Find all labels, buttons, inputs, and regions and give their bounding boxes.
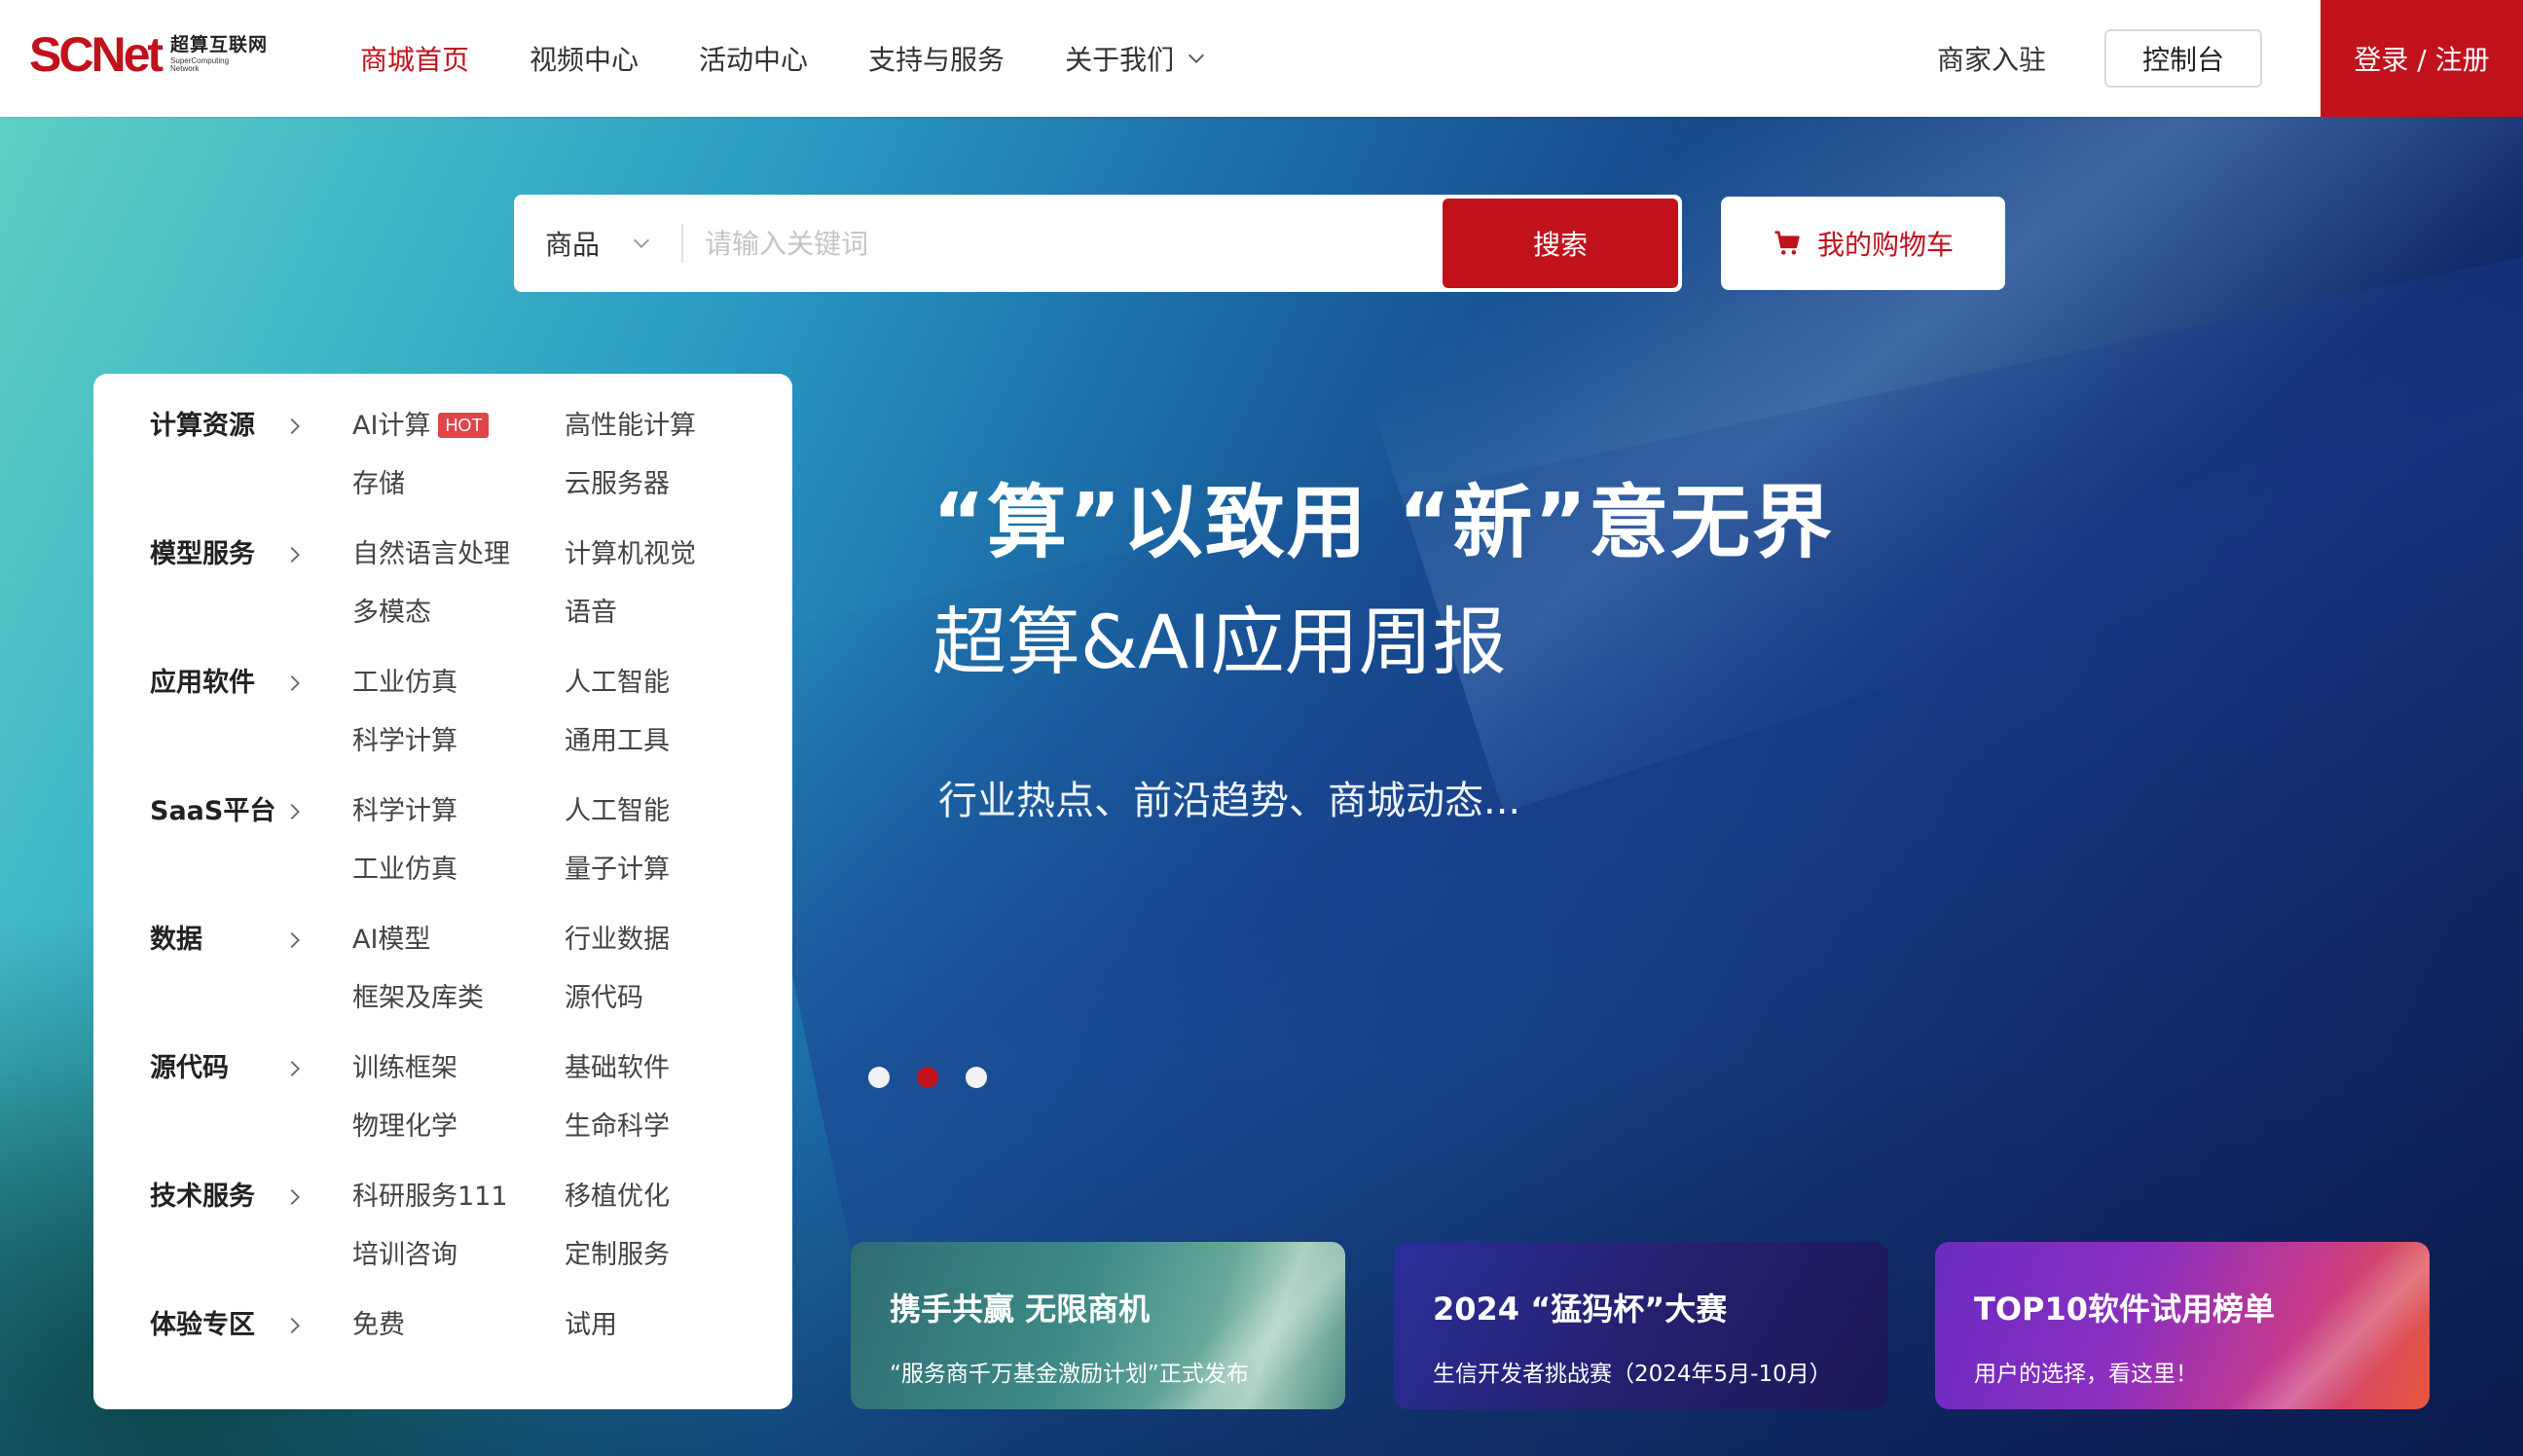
category-link[interactable]: 免费 [352,1306,405,1345]
search-input[interactable] [683,195,1443,292]
search-button[interactable]: 搜索 [1443,199,1678,288]
chevron-right-icon[interactable] [284,544,306,565]
search-type-value: 商品 [545,229,601,261]
category-link[interactable]: 高性能计算 [565,407,696,446]
category-group-models: 模型服务 自然语言处理 计算机视觉 多模态 语音 [93,535,792,664]
login-register-button[interactable]: 登录 / 注册 [2321,0,2523,117]
category-link[interactable]: 量子计算 [565,851,670,890]
promo-card-top10[interactable]: TOP10软件试用榜单 用户的选择，看这里！ [1935,1242,2430,1409]
category-link[interactable]: 人工智能 [565,792,670,831]
nav-item-support[interactable]: 支持与服务 [868,39,1005,78]
hero-subtitle: 行业热点、前沿趋势、商城动态... [938,779,1521,823]
category-link[interactable]: 科研服务111 [352,1178,508,1217]
category-group-source-code: 源代码 训练框架 基础软件 物理化学 生命科学 [93,1049,792,1178]
category-link[interactable]: 行业数据 [565,921,670,960]
logo-text: 超算互联网 SuperComputing Network [170,36,268,73]
promo-decoration [2196,1242,2430,1409]
nav-item-about[interactable]: 关于我们 [1065,39,1207,78]
category-title[interactable]: 模型服务 [150,535,255,574]
chevron-right-icon[interactable] [284,1186,306,1208]
category-link[interactable]: 源代码 [565,979,643,1018]
promo-card-contest[interactable]: 2024 “猛犸杯”大赛 生信开发者挑战赛（2024年5月-10月） [1394,1242,1888,1409]
category-link[interactable]: 存储 [352,465,405,504]
category-link[interactable]: 框架及库类 [352,979,484,1018]
category-group-compute: 计算资源 AI计算 HOT 高性能计算 存储 云服务器 [93,407,792,535]
category-link[interactable]: 科学计算 [352,722,457,761]
category-link[interactable]: AI模型 [352,921,430,960]
chevron-right-icon[interactable] [284,673,306,694]
nav-item-home[interactable]: 商城首页 [360,39,469,78]
category-link[interactable]: 计算机视觉 [565,535,696,574]
chevron-right-icon[interactable] [284,1058,306,1079]
category-link-label: AI计算 [352,411,431,441]
category-link[interactable]: 定制服务 [565,1236,670,1275]
category-group-trial: 体验专区 免费 试用 [93,1306,792,1435]
category-group-software: 应用软件 工业仿真 人工智能 科学计算 通用工具 [93,664,792,792]
category-group-data: 数据 AI模型 行业数据 框架及库类 源代码 [93,921,792,1049]
chevron-right-icon[interactable] [284,801,306,822]
category-link[interactable]: 工业仿真 [352,851,457,890]
logo-mark: SCNet [29,27,164,82]
category-title[interactable]: SaaS平台 [150,792,275,831]
category-title[interactable]: 计算资源 [150,407,255,446]
nav-item-about-label: 关于我们 [1065,44,1175,76]
category-link[interactable]: 自然语言处理 [352,535,510,574]
category-link[interactable]: 云服务器 [565,465,670,504]
nav-item-events[interactable]: 活动中心 [699,39,808,78]
category-link[interactable]: 语音 [565,594,617,633]
promo-decoration [1112,1242,1345,1409]
promo-card-partner[interactable]: 携手共赢 无限商机 “服务商千万基金激励计划”正式发布 [851,1242,1345,1409]
logo-cn-text: 超算互联网 [170,34,269,55]
cart-icon [1774,231,1800,255]
top-header: SCNet 超算互联网 SuperComputing Network 商城首页 … [0,0,2523,117]
category-link[interactable]: 培训咨询 [352,1236,457,1275]
search-type-select[interactable]: 商品 [514,195,681,292]
hero-title-line2: 超算&AI应用周报 [932,599,1507,685]
logo-en-text-2: Network [170,64,200,73]
cart-label: 我的购物车 [1816,229,1954,261]
cart-button[interactable]: 我的购物车 [1721,197,2005,290]
promo-subtitle: 生信开发者挑战赛（2024年5月-10月） [1433,1362,1832,1387]
category-group-tech-services: 技术服务 科研服务111 移植优化 培训咨询 定制服务 [93,1178,792,1306]
chevron-down-icon [1188,54,1205,63]
scnet-logo[interactable]: SCNet 超算互联网 SuperComputing Network [29,25,268,84]
hot-badge: HOT [438,413,490,438]
category-link[interactable]: 工业仿真 [352,664,457,703]
category-link[interactable]: 基础软件 [565,1049,670,1088]
category-title[interactable]: 技术服务 [150,1178,255,1217]
carousel-dot[interactable] [868,1067,890,1088]
promo-title: 2024 “猛犸杯”大赛 [1433,1291,1728,1328]
chevron-right-icon[interactable] [284,1315,306,1336]
chevron-right-icon[interactable] [284,929,306,951]
category-link[interactable]: 物理化学 [352,1108,457,1147]
chevron-right-icon[interactable] [284,416,306,437]
category-title[interactable]: 源代码 [150,1049,229,1088]
chevron-down-icon [634,238,649,248]
carousel-dot-active[interactable] [917,1067,938,1088]
category-link[interactable]: 训练框架 [352,1049,457,1088]
category-link[interactable]: 科学计算 [352,792,457,831]
nav-item-video[interactable]: 视频中心 [530,39,639,78]
category-link[interactable]: 人工智能 [565,664,670,703]
category-link[interactable]: 通用工具 [565,722,670,761]
category-title[interactable]: 数据 [150,921,202,960]
category-group-saas: SaaS平台 科学计算 人工智能 工业仿真 量子计算 [93,792,792,921]
category-link[interactable]: 移植优化 [565,1178,670,1217]
carousel-dots [868,1067,1014,1088]
main-nav: 商城首页 视频中心 活动中心 支持与服务 关于我们 [360,0,1267,117]
hero-title-line1: “算”以致用 “新”意无界 [932,477,1835,569]
category-link[interactable]: AI计算 HOT [352,407,490,446]
category-panel: 计算资源 AI计算 HOT 高性能计算 存储 云服务器 模型服务 自然语言处理 计… [93,374,792,1409]
carousel-dot[interactable] [966,1067,987,1088]
category-link[interactable]: 生命科学 [565,1108,670,1147]
merchant-join-link[interactable]: 商家入驻 [1937,39,2046,78]
search-bar: 商品 搜索 [514,195,1682,292]
category-link[interactable]: 多模态 [352,594,431,633]
console-button[interactable]: 控制台 [2104,29,2262,88]
category-title[interactable]: 应用软件 [150,664,255,703]
category-link[interactable]: 试用 [565,1306,617,1345]
category-title[interactable]: 体验专区 [150,1306,255,1345]
